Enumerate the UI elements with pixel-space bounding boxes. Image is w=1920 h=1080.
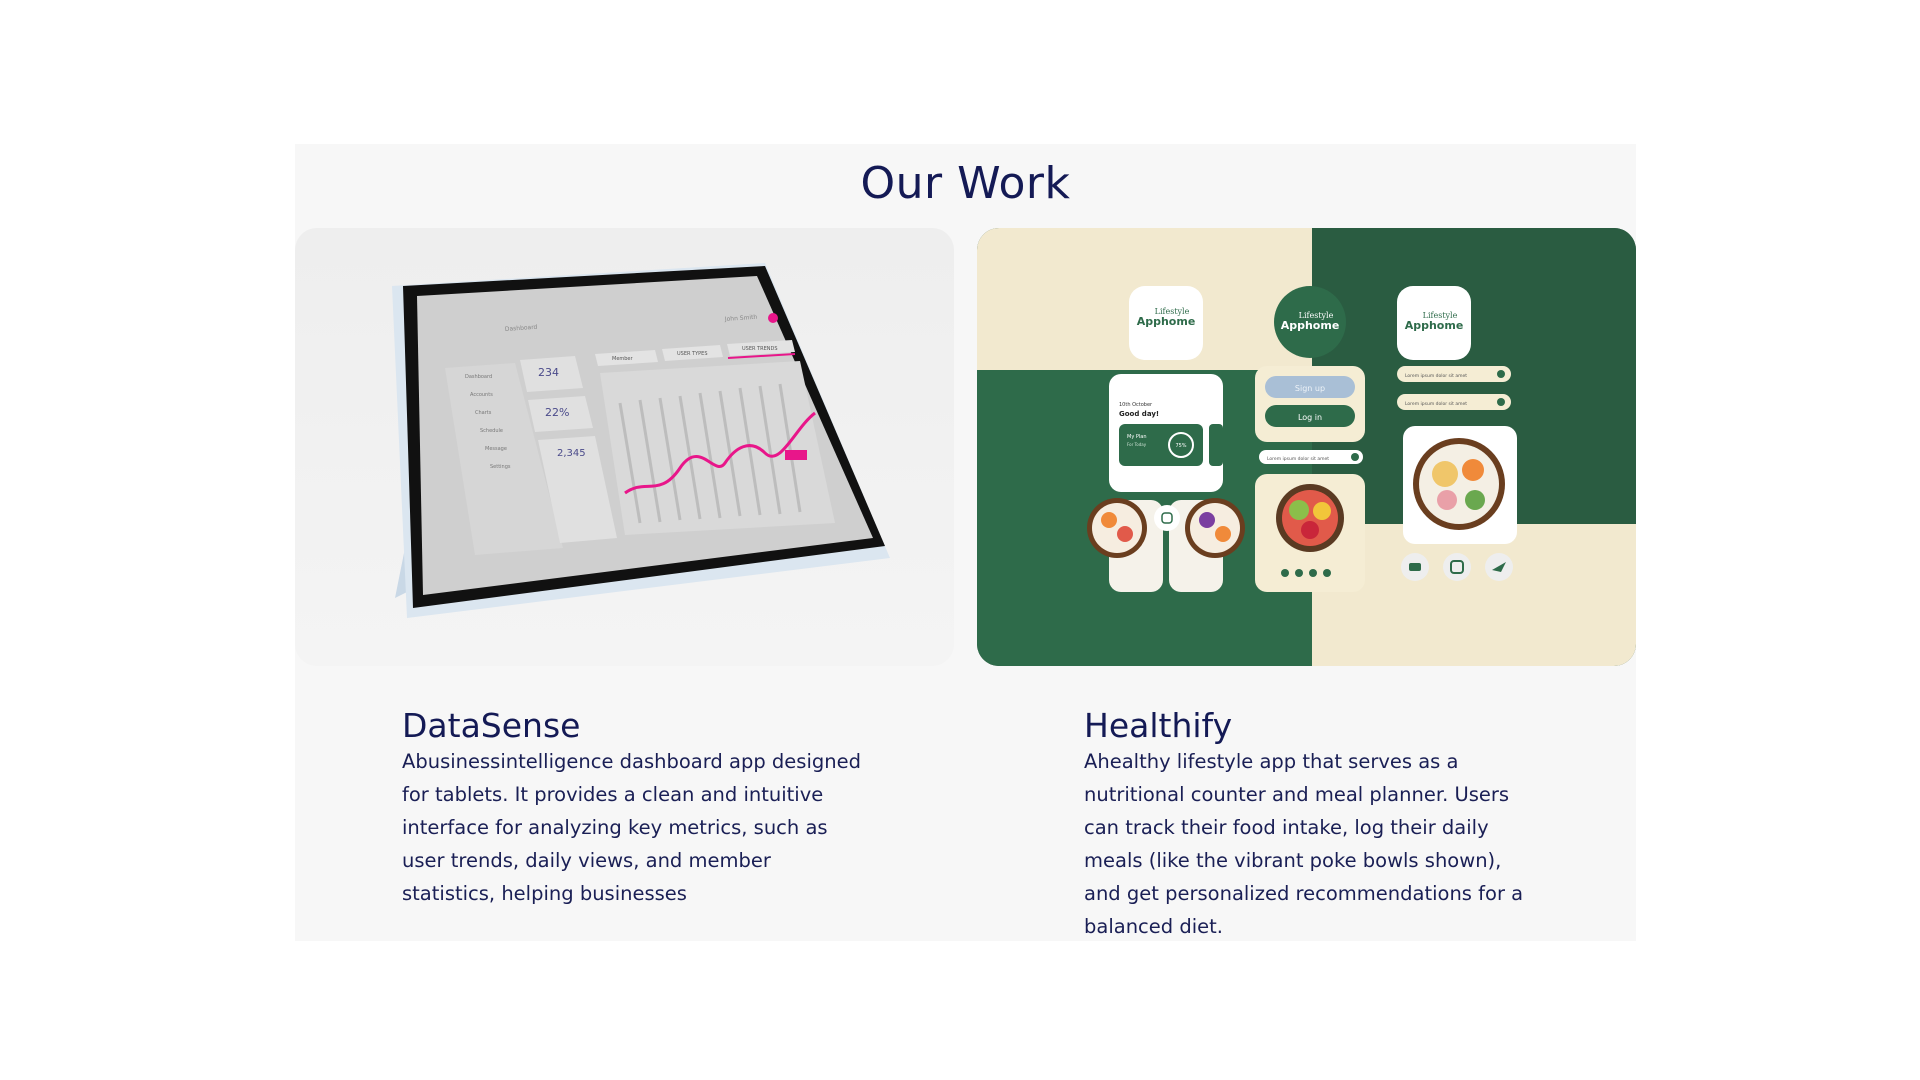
app-logo-script: Lifestyle — [1423, 311, 1458, 320]
project-title: DataSense — [402, 706, 581, 745]
nav-item: Message — [485, 446, 507, 452]
app-logo: Apphome — [1137, 315, 1196, 328]
signup-label: Sign up — [1295, 384, 1325, 393]
plan-title: My Plan — [1127, 434, 1147, 440]
nav-item: Dashboard — [465, 374, 492, 380]
app-logo: Apphome — [1281, 319, 1340, 332]
project-description: Ahealthy lifestyle app that serves as a … — [1084, 750, 1524, 938]
list-item-text: Lorem ipsum dolor sit amet — [1267, 456, 1329, 462]
nav-item: Accounts — [470, 392, 493, 398]
greeting: Good day! — [1119, 410, 1159, 418]
instagram-icon — [1154, 505, 1180, 531]
list-item-text: Lorem ipsum dolor sit amet — [1405, 401, 1467, 407]
progress-value: 75% — [1175, 443, 1186, 449]
plan-sub: For Today — [1127, 442, 1147, 447]
project-description: Abusinessintelligence dashboard app desi… — [402, 750, 861, 905]
healthify-image[interactable]: Apphome Lifestyle Apphome Lifestyle Apph… — [977, 228, 1636, 666]
greeting-date: 10th October — [1119, 402, 1153, 408]
tab-label: Member — [612, 356, 634, 362]
nav-item: Charts — [475, 410, 492, 416]
instagram-icon — [1443, 553, 1471, 581]
nav-item: Settings — [490, 464, 511, 470]
section-title: Our Work — [860, 158, 1071, 209]
tab-label: USER TRENDS — [742, 346, 778, 352]
nav-item: Schedule — [480, 428, 503, 434]
app-logo: Apphome — [1405, 319, 1464, 332]
app-logo-script: Lifestyle — [1299, 311, 1334, 320]
user-avatar — [768, 313, 778, 323]
stat-value: 234 — [538, 366, 559, 379]
datasense-image[interactable]: Dashboard John Smith Dashboard Accounts … — [295, 228, 954, 666]
project-title: Healthify — [1084, 706, 1233, 745]
project-datasense: DataSense Abusinessintelligence dashboar… — [402, 707, 862, 910]
login-label: Log in — [1298, 413, 1322, 422]
chart-highlight — [785, 450, 807, 460]
our-work-section: Our Work Dashboard John Smith Dashboard … — [295, 144, 1636, 941]
stat-value: 22% — [545, 406, 569, 419]
project-healthify: Healthify Ahealthy lifestyle app that se… — [1084, 707, 1544, 943]
stat-value: 2,345 — [557, 448, 586, 459]
app-logo-script: Lifestyle — [1155, 307, 1190, 316]
tab-label: USER TYPES — [677, 351, 708, 357]
list-item-text: Lorem ipsum dolor sit amet — [1405, 373, 1467, 379]
